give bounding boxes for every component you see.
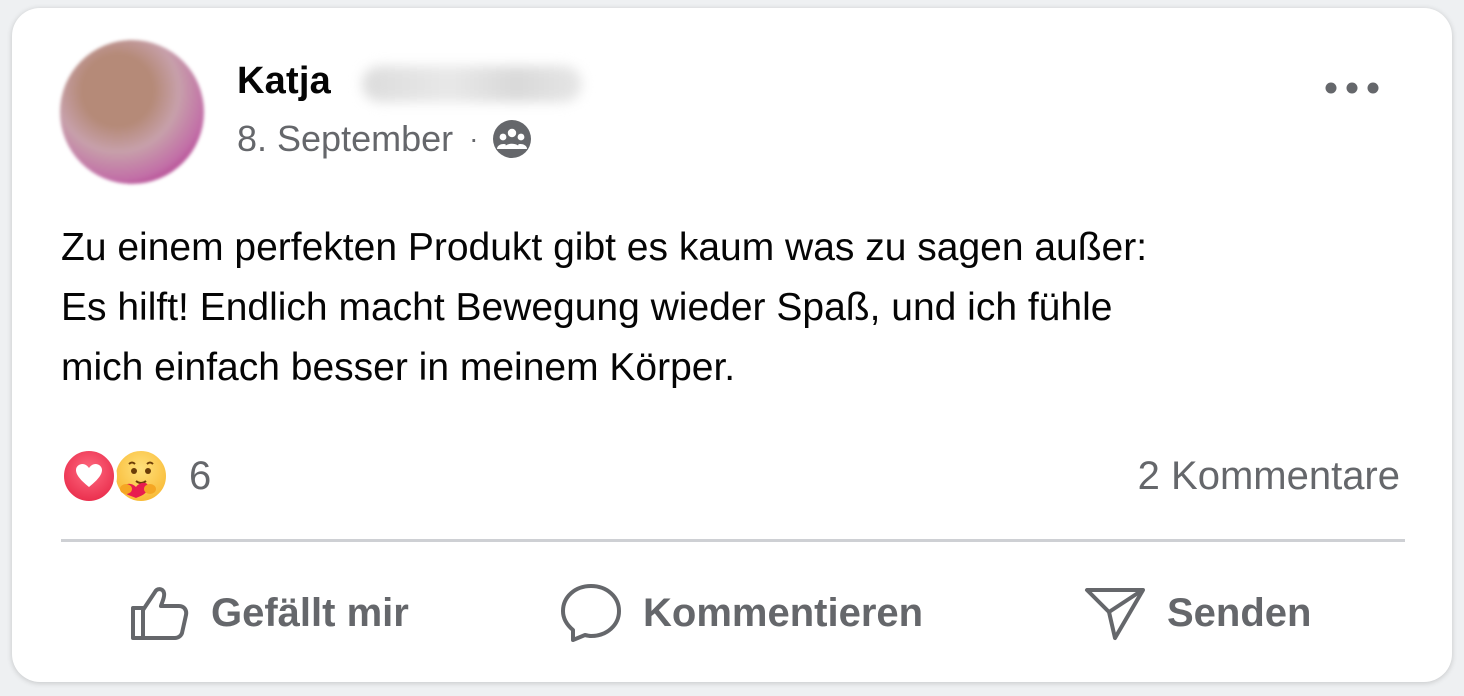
comment-button[interactable]: Kommentieren [559, 580, 923, 646]
reaction-count: 6 [189, 453, 212, 498]
action-bar: Gefällt mir Kommentieren Senden [61, 568, 1405, 658]
comments-count-link[interactable]: 2 Kommentare [1138, 454, 1400, 499]
author-avatar[interactable] [60, 40, 204, 184]
reaction-icons [61, 446, 175, 506]
send-icon [1085, 588, 1145, 640]
post-card: Katja 8. September · Zu einem perfekten … [12, 8, 1452, 682]
meta-separator: · [469, 123, 479, 154]
more-horizontal-icon [1325, 82, 1379, 94]
author-surname-redacted [362, 66, 582, 102]
post-meta: 8. September · [237, 118, 532, 160]
post-text: Zu einem perfekten Produkt gibt es kaum … [61, 226, 1148, 389]
send-label: Senden [1167, 590, 1312, 635]
care-reaction-icon [113, 448, 169, 504]
reactions-summary[interactable]: 6 [61, 446, 211, 506]
like-button[interactable]: Gefällt mir [129, 580, 409, 646]
group-icon[interactable] [492, 119, 532, 159]
like-label: Gefällt mir [211, 590, 409, 635]
comment-bubble-icon [561, 584, 621, 642]
send-button[interactable]: Senden [1083, 580, 1311, 646]
thumbs-up-icon [131, 587, 189, 640]
love-reaction-icon [61, 448, 117, 504]
post-date[interactable]: 8. September [237, 118, 453, 160]
more-options-button[interactable] [1312, 68, 1392, 108]
action-divider [61, 539, 1405, 542]
author-name[interactable]: Katja [237, 60, 331, 103]
comment-label: Kommentieren [643, 590, 924, 635]
